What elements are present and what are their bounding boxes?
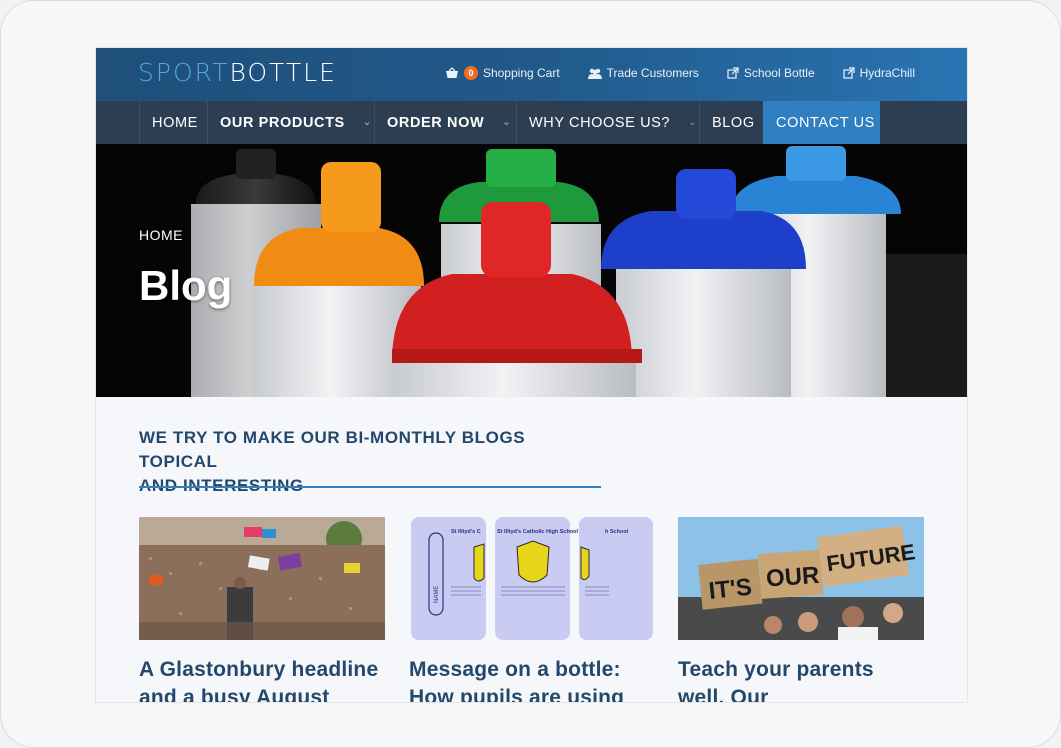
sign-its-text: IT'S <box>707 574 753 605</box>
post-title[interactable]: Teach your parents well. Our <box>678 656 924 702</box>
intro-line-1: WE TRY TO MAKE OUR BI-MONTHLY BLOGS TOPI… <box>139 428 526 471</box>
main-navigation: HOME OUR PRODUCTS ⌄ ORDER NOW ⌄ WHY CHOOSE… <box>96 101 967 144</box>
hero-banner: HOME Blog <box>96 144 967 397</box>
bottle-name-text: NAME <box>434 586 440 603</box>
external-link-icon <box>727 67 739 79</box>
external-link-icon <box>843 67 855 79</box>
logo-bottle: BOTTLE <box>229 58 337 87</box>
shopping-cart-label: Shopping Cart <box>482 66 560 80</box>
blog-card[interactable]: IT'S OUR FUTURE Teach your parents well.… <box>678 517 924 702</box>
nav-why-choose-us[interactable]: WHY CHOOSE US? ⌄ <box>516 101 699 144</box>
nav-home[interactable]: HOME <box>139 101 207 144</box>
page-title: Blog <box>139 262 233 309</box>
school-bottle-label: School Bottle <box>743 66 815 80</box>
glastonbury-crowd-image[interactable] <box>139 517 385 640</box>
nav-our-products[interactable]: OUR PRODUCTS ⌄ <box>207 101 374 144</box>
sign-our-text: OUR <box>765 562 820 593</box>
device-frame: SPORTBOTTLE 0 Shopping Cart Trade Custom… <box>0 0 1061 748</box>
heading-underline <box>139 486 601 488</box>
hydrachill-link[interactable]: HydraChill <box>843 66 915 80</box>
cart-count-badge: 0 <box>463 66 478 80</box>
nav-order-now[interactable]: ORDER NOW ⌄ <box>374 101 516 144</box>
trade-customers-label: Trade Customers <box>606 66 699 80</box>
chevron-down-icon: ⌄ <box>362 117 372 128</box>
bottle-right-text: h School <box>605 529 629 535</box>
post-title[interactable]: A Glastonbury headline and a busy August <box>139 656 385 702</box>
logo-sport: SPORT <box>138 58 230 87</box>
nav-order-label: ORDER NOW <box>387 114 485 131</box>
post-title[interactable]: Message on a bottle: How pupils are usin… <box>409 656 655 702</box>
nav-blog-label: BLOG <box>712 114 755 131</box>
chevron-down-icon: ⌄ <box>688 117 698 128</box>
bottle-left-text: St Illtyd's C <box>451 529 481 535</box>
trade-customers-link[interactable]: Trade Customers <box>587 66 699 80</box>
nav-why-label: WHY CHOOSE US? <box>529 114 671 131</box>
hydrachill-label: HydraChill <box>859 66 915 80</box>
nav-contact-label: CONTACT US <box>776 114 875 131</box>
utility-links: 0 Shopping Cart Trade Customers School B… <box>445 66 915 80</box>
blog-card[interactable]: A Glastonbury headline and a busy August <box>139 517 385 702</box>
nav-products-label: OUR PRODUCTS <box>220 114 345 131</box>
basket-icon <box>445 67 458 78</box>
breadcrumb-home[interactable]: HOME <box>139 227 183 243</box>
top-header: SPORTBOTTLE 0 Shopping Cart Trade Custom… <box>96 48 967 101</box>
climate-protest-image[interactable]: IT'S OUR FUTURE <box>678 517 924 640</box>
school-bottles-image[interactable]: NAME St Illtyd's C St Illtyd's Catholic … <box>409 517 655 640</box>
bottle-mid-text: St Illtyd's Catholic High School <box>497 529 579 535</box>
nav-contact-us[interactable]: CONTACT US <box>763 101 880 144</box>
blog-card[interactable]: NAME St Illtyd's C St Illtyd's Catholic … <box>409 517 655 702</box>
site-logo[interactable]: SPORTBOTTLE <box>138 58 337 88</box>
website: SPORTBOTTLE 0 Shopping Cart Trade Custom… <box>96 48 967 702</box>
school-bottle-link[interactable]: School Bottle <box>727 66 815 80</box>
chevron-down-icon: ⌄ <box>502 117 512 128</box>
users-icon <box>587 68 602 79</box>
nav-home-label: HOME <box>152 114 198 131</box>
shopping-cart-link[interactable]: 0 Shopping Cart <box>445 66 560 80</box>
nav-blog[interactable]: BLOG <box>699 101 763 144</box>
